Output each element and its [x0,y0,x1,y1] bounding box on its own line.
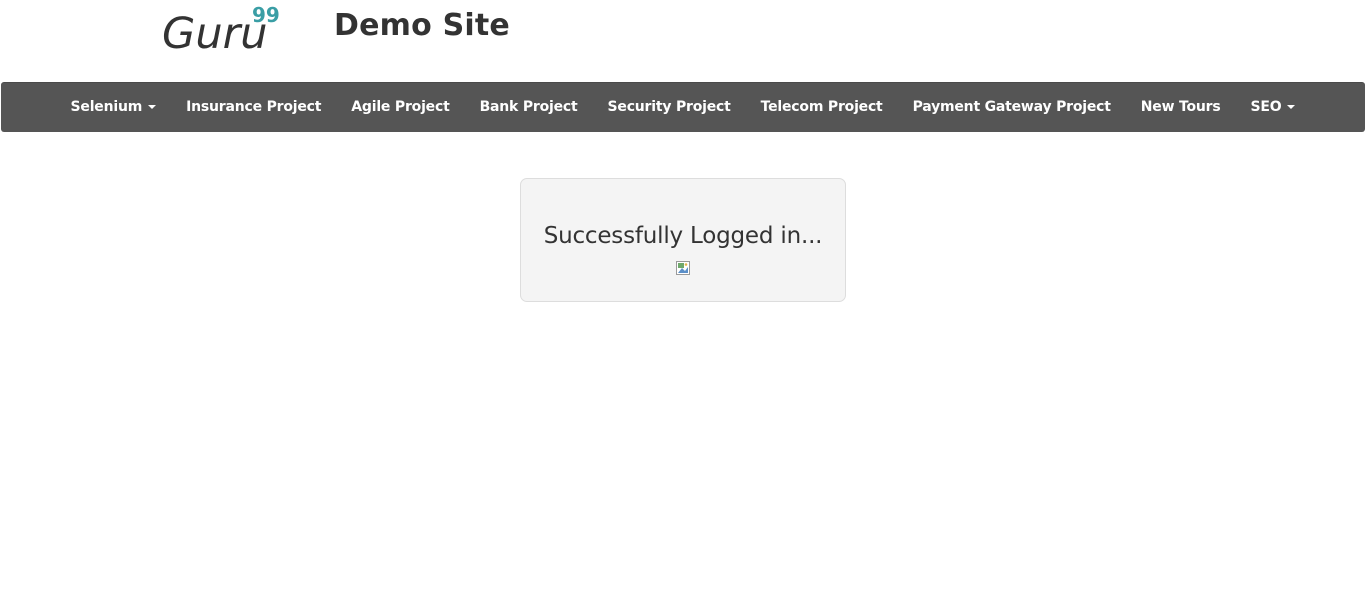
nav-item-seo[interactable]: SEO [1236,83,1311,131]
nav-item-agile-project[interactable]: Agile Project [336,83,464,131]
nav-item-label: Insurance Project [186,99,322,115]
nav-item-label: Telecom Project [760,99,883,115]
nav-item-insurance-project[interactable]: Insurance Project [171,83,336,131]
main-navbar: Selenium Insurance Project Agile Project… [1,82,1365,132]
nav-item-label: Security Project [607,99,731,115]
nav-item-label: Payment Gateway Project [912,99,1111,115]
nav-item-label: SEO [1250,99,1282,115]
logo-superscript: 99 [252,3,280,27]
caret-down-icon [1287,105,1296,109]
nav-item-telecom-project[interactable]: Telecom Project [746,83,898,131]
nav-item-label: New Tours [1140,99,1221,115]
nav-item-label: Bank Project [479,99,578,115]
site-header: Guru 99 Demo Site [0,0,1366,82]
success-message: Successfully Logged in... [543,223,823,249]
nav-list: Selenium Insurance Project Agile Project… [1,83,1365,131]
nav-item-selenium[interactable]: Selenium [56,83,172,131]
login-success-panel: Successfully Logged in... [520,178,846,302]
broken-image-icon [675,260,691,276]
nav-item-label: Selenium [70,99,143,115]
nav-item-payment-gateway-project[interactable]: Payment Gateway Project [898,83,1126,131]
nav-item-bank-project[interactable]: Bank Project [465,83,593,131]
site-title: Demo Site [334,8,510,43]
nav-item-security-project[interactable]: Security Project [593,83,746,131]
nav-item-new-tours[interactable]: New Tours [1126,83,1236,131]
nav-item-label: Agile Project [351,99,450,115]
guru99-logo[interactable]: Guru 99 [160,0,290,62]
caret-down-icon [148,105,157,109]
